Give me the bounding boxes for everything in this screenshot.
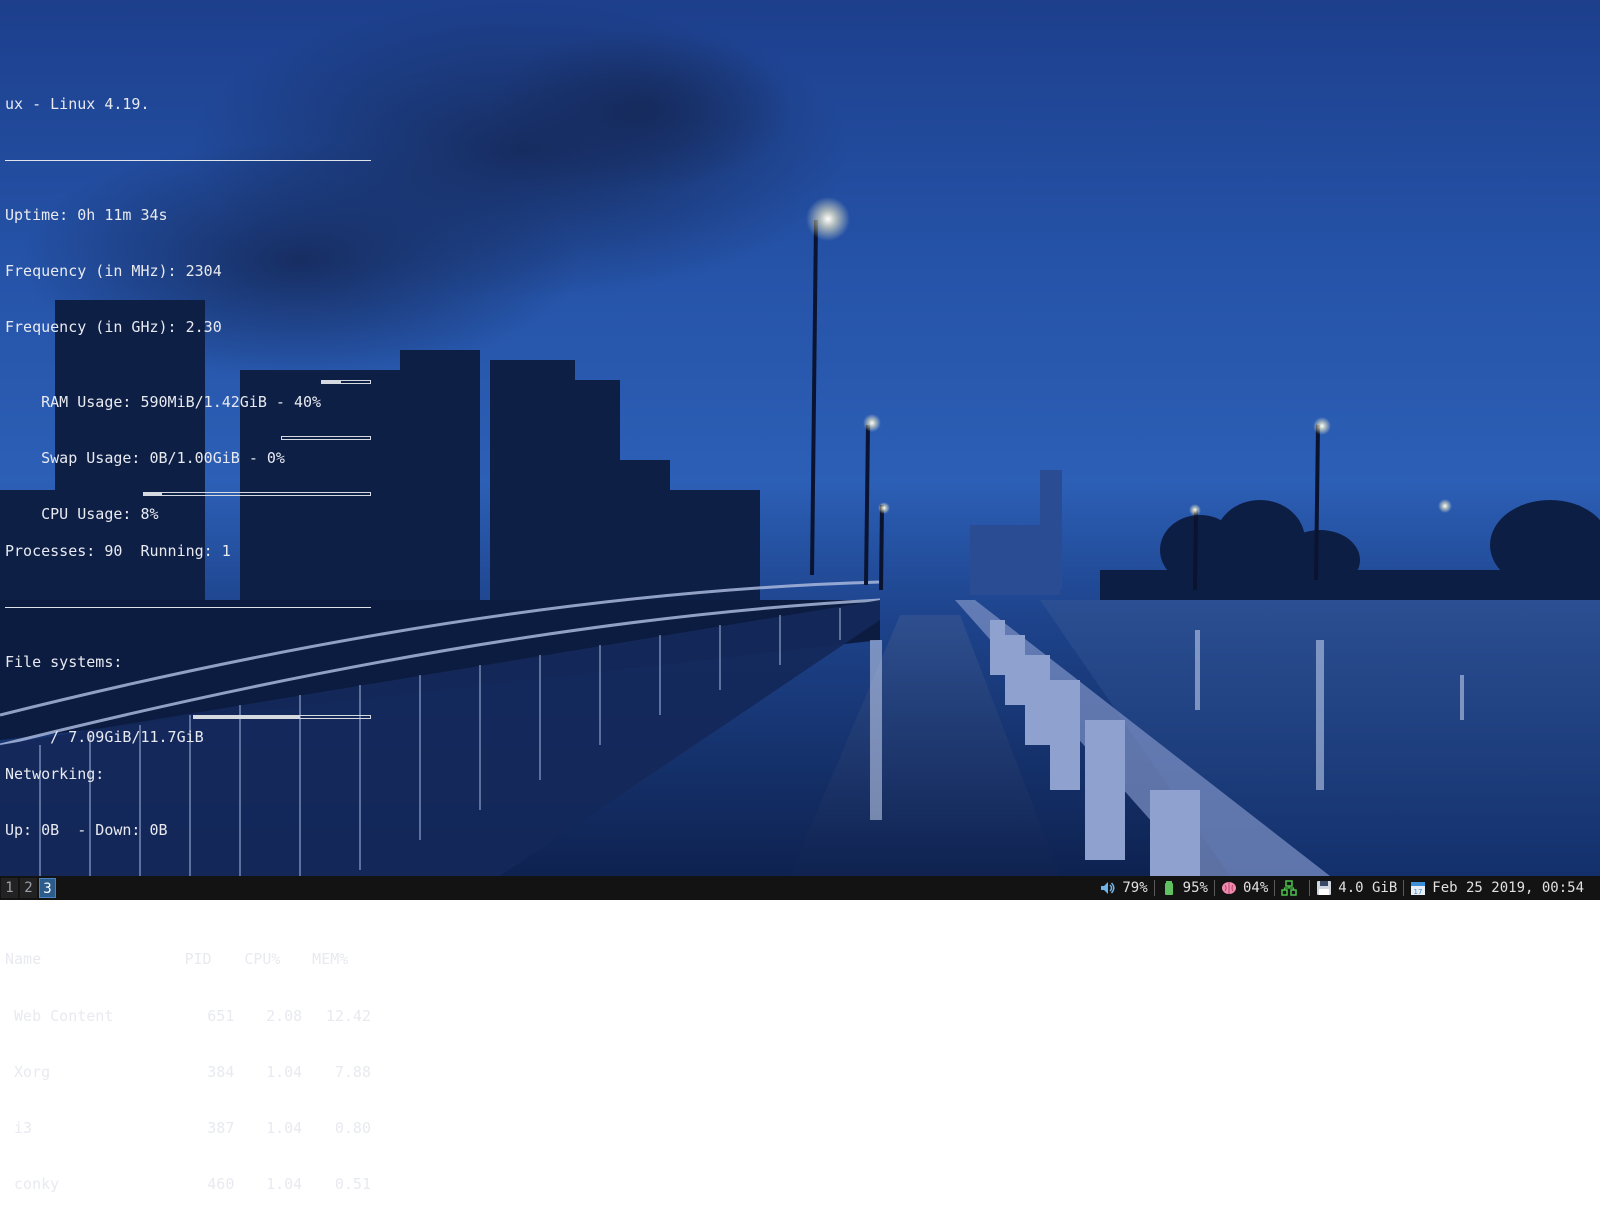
i3-status-bar: 1 2 3 79% 95% 04% 4.0 GiB 17 Feb 25 2019… (0, 876, 1600, 900)
network-updown-text: Up: 0B - Down: 0B (5, 821, 168, 840)
process-mem: 7.88 (334, 1062, 371, 1081)
process-row: Xorg 384 1.04 7.88 (5, 1063, 371, 1082)
svg-text:17: 17 (1414, 888, 1423, 896)
process-table-header: Name PID CPU% MEM% (5, 950, 371, 969)
disk-text: 4.0 GiB (1338, 880, 1398, 896)
network-block[interactable] (1275, 876, 1309, 900)
ram-usage-text: RAM Usage: 590MiB/1.42GiB - 40% (41, 392, 322, 411)
battery-icon (1161, 880, 1177, 896)
process-row: Web Content 651 2.08 12.42 (5, 1007, 371, 1026)
filesystems-heading: File systems: (5, 652, 123, 671)
networking-heading: Networking: (5, 765, 105, 784)
process-cpu: 1.04 (266, 1062, 303, 1081)
process-name: i3 (5, 1118, 33, 1137)
process-name: Xorg (5, 1062, 51, 1081)
frequency-ghz-text: Frequency (in GHz): 2.30 (5, 318, 222, 337)
process-pid: 384 (207, 1062, 235, 1081)
column-pid: PID (184, 950, 212, 969)
brain-icon (1221, 880, 1237, 896)
processes-text: Processes: 90 Running: 1 (5, 542, 231, 561)
column-mem: MEM% (312, 950, 349, 969)
cpu-usage-bar-fill (144, 493, 163, 496)
process-cpu: 2.08 (266, 1006, 303, 1025)
battery-block[interactable]: 95% (1155, 876, 1214, 900)
filesystem-root-text: / 7.09GiB/11.7GiB (41, 727, 204, 746)
workspace-button-1[interactable]: 1 (1, 878, 18, 898)
battery-text: 95% (1182, 880, 1208, 896)
datetime-block[interactable]: 17 Feb 25 2019, 00:54 (1404, 876, 1590, 900)
divider (5, 606, 371, 608)
filesystem-root-bar-fill (194, 716, 300, 719)
cpu-usage-bar (143, 492, 371, 497)
filesystem-root-bar (193, 715, 371, 720)
process-mem: 0.80 (334, 1118, 371, 1137)
column-name: Name (5, 950, 42, 969)
workspace-button-3[interactable]: 3 (39, 878, 56, 898)
process-cpu: 1.04 (266, 1118, 303, 1137)
volume-block[interactable]: 79% (1094, 876, 1153, 900)
process-row: conky 460 1.04 0.51 (5, 1175, 371, 1194)
kernel-title: ux - Linux 4.19. (5, 95, 150, 114)
frequency-mhz-text: Frequency (in MHz): 2304 (5, 262, 222, 280)
workspace-button-2[interactable]: 2 (20, 878, 37, 898)
workspace-list: 1 2 3 (0, 876, 58, 900)
calendar-icon: 17 (1410, 880, 1426, 896)
network-icon (1281, 880, 1298, 896)
process-name: Web Content (5, 1006, 114, 1025)
process-pid: 387 (207, 1118, 235, 1137)
status-blocks: 79% 95% 04% 4.0 GiB 17 Feb 25 2019, 00:5… (1094, 876, 1600, 900)
process-mem: 12.42 (325, 1006, 371, 1025)
swap-usage-row: Swap Usage: 0B/1.00GiB - 0% (5, 430, 371, 467)
volume-text: 79% (1122, 880, 1148, 896)
divider (5, 159, 371, 161)
floppy-disk-icon (1316, 880, 1332, 896)
process-mem: 0.51 (334, 1174, 371, 1193)
swap-usage-text: Swap Usage: 0B/1.00GiB - 0% (41, 448, 285, 467)
uptime-text: Uptime: 0h 11m 34s (5, 205, 168, 224)
process-cpu: 1.04 (266, 1174, 303, 1193)
disk-block[interactable]: 4.0 GiB (1310, 876, 1403, 900)
ram-usage-row: RAM Usage: 590MiB/1.42GiB - 40% (5, 374, 371, 411)
ram-usage-bar-fill (322, 381, 342, 384)
cpu-usage-text: CPU Usage: 8% (41, 505, 159, 524)
cpu-usage-row: CPU Usage: 8% (5, 486, 371, 523)
datetime-text: Feb 25 2019, 00:54 (1432, 880, 1584, 896)
process-name: conky (5, 1174, 60, 1193)
swap-usage-bar (281, 436, 371, 441)
process-row: i3 387 1.04 0.80 (5, 1119, 371, 1138)
ram-usage-bar (321, 380, 371, 385)
conky-system-monitor: ux - Linux 4.19. Uptime: 0h 11m 34s Freq… (5, 58, 371, 1212)
speaker-icon (1100, 880, 1116, 896)
cpu-block[interactable]: 04% (1215, 876, 1274, 900)
process-pid: 651 (207, 1006, 235, 1025)
filesystem-root-row: / 7.09GiB/11.7GiB (5, 709, 371, 746)
column-cpu: CPU% (244, 950, 281, 969)
cpu-text: 04% (1242, 880, 1269, 896)
process-pid: 460 (207, 1174, 235, 1193)
